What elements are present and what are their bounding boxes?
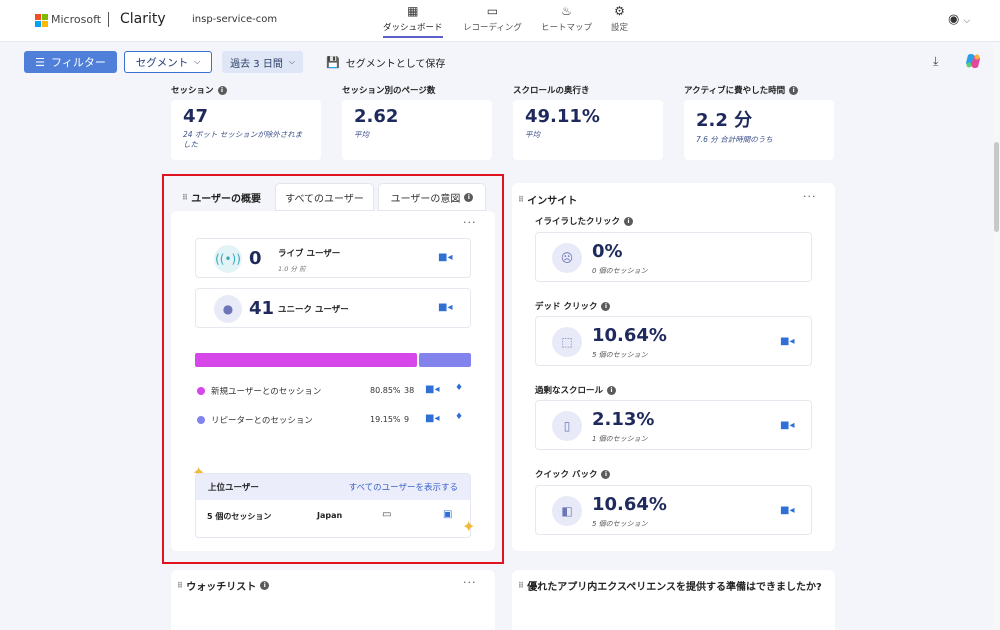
insight-label: クイック バック i bbox=[535, 468, 611, 480]
metric-value: 49.11% bbox=[525, 106, 600, 127]
user-icon: ◉ bbox=[948, 12, 960, 27]
chevron-down-icon: ⌵ bbox=[194, 57, 201, 66]
project-name[interactable]: insp-service-com bbox=[192, 14, 277, 25]
scrollbar[interactable] bbox=[993, 42, 1000, 630]
scroll-icon: ▯ bbox=[552, 411, 582, 441]
highlight-frame bbox=[162, 174, 504, 564]
watchlist-header: ⠿ ウォッチリスト i bbox=[177, 578, 270, 593]
metric-sub: 24 ボット セッションが除外されました bbox=[183, 130, 303, 149]
insight-card-quick-back[interactable]: ◧ 10.64% 5 個のセッション ■◂ bbox=[535, 485, 812, 535]
chevron-down-icon: ⌵ bbox=[963, 16, 971, 26]
tab-label: ヒートマップ bbox=[541, 23, 593, 33]
metric-value: 2.62 bbox=[354, 106, 399, 127]
metric-label: スクロールの奥行き bbox=[513, 86, 590, 96]
video-icon[interactable]: ■◂ bbox=[780, 420, 794, 431]
download-icon[interactable]: ⤓ bbox=[933, 54, 938, 69]
insight-sub: 5 個のセッション bbox=[592, 351, 648, 359]
insight-value: 10.64% bbox=[592, 494, 667, 515]
insight-value: 0% bbox=[592, 241, 623, 262]
metric-pages-per-session: セッション別のページ数 2.62 平均 bbox=[342, 84, 492, 164]
info-icon[interactable]: i bbox=[601, 301, 611, 311]
survey-title: 優れたアプリ内エクスペリエンスを提供する準備はできましたか? bbox=[527, 582, 822, 593]
metric-value: 2.2 分 bbox=[696, 110, 753, 131]
dashboard-icon: ▦ bbox=[407, 4, 419, 18]
app-name[interactable]: Clarity bbox=[120, 11, 166, 27]
info-icon[interactable]: i bbox=[217, 85, 227, 95]
insight-card-rage-clicks[interactable]: ☹ 0% 0 個のセッション bbox=[535, 232, 812, 282]
segment-dropdown[interactable]: セグメント ⌵ bbox=[124, 51, 212, 73]
insights-title: インサイト bbox=[527, 196, 578, 207]
insights-header: ⠿ インサイト bbox=[518, 192, 577, 207]
insight-value: 2.13% bbox=[592, 409, 655, 430]
metric-label: アクティブに費やした時間 bbox=[684, 86, 786, 96]
filter-button[interactable]: ☰ フィルター bbox=[24, 51, 117, 73]
insight-label: デッド クリック i bbox=[535, 300, 611, 312]
filter-label: フィルター bbox=[51, 56, 106, 69]
save-segment-label: セグメントとして保存 bbox=[345, 59, 446, 70]
metric-label: セッション bbox=[171, 86, 214, 96]
dead-click-icon: ⬚ bbox=[552, 327, 582, 357]
more-options-icon[interactable]: ··· bbox=[463, 576, 477, 589]
filter-icon: ☰ bbox=[35, 55, 46, 69]
metric-sub: 平均 bbox=[525, 130, 540, 139]
top-bar: Microsoft Clarity insp-service-com ▦ ダッシ… bbox=[0, 0, 1000, 42]
save-segment-button[interactable]: 💾 セグメントとして保存 bbox=[326, 55, 445, 70]
drag-handle-icon[interactable]: ⠿ bbox=[518, 581, 524, 590]
date-range-dropdown[interactable]: 過去 3 日間 ⌵ bbox=[222, 51, 303, 73]
segment-label: セグメント bbox=[135, 56, 189, 69]
info-icon[interactable]: i bbox=[789, 85, 799, 95]
insight-card-dead-clicks[interactable]: ⬚ 10.64% 5 個のセッション ■◂ bbox=[535, 316, 812, 366]
tab-dashboard[interactable]: ▦ ダッシュボード bbox=[383, 4, 443, 38]
info-icon[interactable]: i bbox=[260, 581, 270, 590]
insight-card-excessive-scroll[interactable]: ▯ 2.13% 1 個のセッション ■◂ bbox=[535, 400, 812, 450]
metric-sub: 平均 bbox=[354, 130, 369, 139]
divider bbox=[108, 12, 109, 27]
metric-scroll-depth: スクロールの奥行き 49.11% 平均 bbox=[513, 84, 663, 164]
metric-value: 47 bbox=[183, 106, 209, 127]
tab-recordings[interactable]: ▭ レコーディング bbox=[463, 4, 522, 33]
tab-label: 設定 bbox=[611, 23, 629, 33]
insight-value: 10.64% bbox=[592, 325, 667, 346]
survey-header: ⠿ 優れたアプリ内エクスペリエンスを提供する準備はできましたか? bbox=[518, 578, 822, 593]
drag-handle-icon[interactable]: ⠿ bbox=[518, 195, 524, 204]
insight-sub: 1 個のセッション bbox=[592, 435, 648, 443]
microsoft-logo-icon bbox=[35, 14, 48, 27]
frustrated-face-icon: ☹ bbox=[552, 243, 582, 273]
insight-label: 過剰なスクロール i bbox=[535, 384, 617, 396]
info-icon[interactable]: i bbox=[624, 216, 634, 226]
insight-sub: 0 個のセッション bbox=[592, 267, 648, 275]
tab-label: ダッシュボード bbox=[383, 23, 443, 33]
watchlist-title: ウォッチリスト bbox=[186, 582, 257, 593]
info-icon[interactable]: i bbox=[607, 385, 617, 395]
chevron-down-icon: ⌵ bbox=[288, 57, 295, 66]
tab-settings[interactable]: ⚙ 設定 bbox=[611, 4, 628, 33]
account-menu[interactable]: ◉ ⌵ bbox=[948, 12, 970, 27]
insight-label: イライラしたクリック i bbox=[535, 215, 634, 227]
save-icon: 💾 bbox=[326, 56, 340, 69]
metric-sessions: セッション i 47 24 ボット セッションが除外されました bbox=[171, 84, 321, 164]
tab-heatmaps[interactable]: ♨ ヒートマップ bbox=[541, 4, 592, 33]
tab-label: レコーディング bbox=[463, 23, 522, 33]
recording-icon: ▭ bbox=[486, 4, 499, 18]
more-options-icon[interactable]: ··· bbox=[803, 190, 817, 203]
video-icon[interactable]: ■◂ bbox=[780, 336, 794, 347]
video-icon[interactable]: ■◂ bbox=[780, 505, 794, 516]
scrollbar-thumb[interactable] bbox=[994, 142, 999, 232]
settings-icon: ⚙ bbox=[614, 4, 625, 18]
drag-handle-icon[interactable]: ⠿ bbox=[177, 581, 183, 590]
info-icon[interactable]: i bbox=[601, 469, 611, 479]
metric-label: セッション別のページ数 bbox=[342, 86, 436, 96]
metric-sub: 7.6 分 合計時間のうち bbox=[696, 135, 773, 144]
insight-sub: 5 個のセッション bbox=[592, 520, 648, 528]
copilot-icon[interactable] bbox=[964, 52, 982, 70]
date-range-label: 過去 3 日間 bbox=[230, 58, 283, 70]
metric-active-time: アクティブに費やした時間 i 2.2 分 7.6 分 合計時間のうち bbox=[684, 84, 834, 164]
quick-back-icon: ◧ bbox=[552, 496, 582, 526]
heatmap-icon: ♨ bbox=[561, 4, 572, 18]
brand-name: Microsoft bbox=[51, 13, 102, 26]
